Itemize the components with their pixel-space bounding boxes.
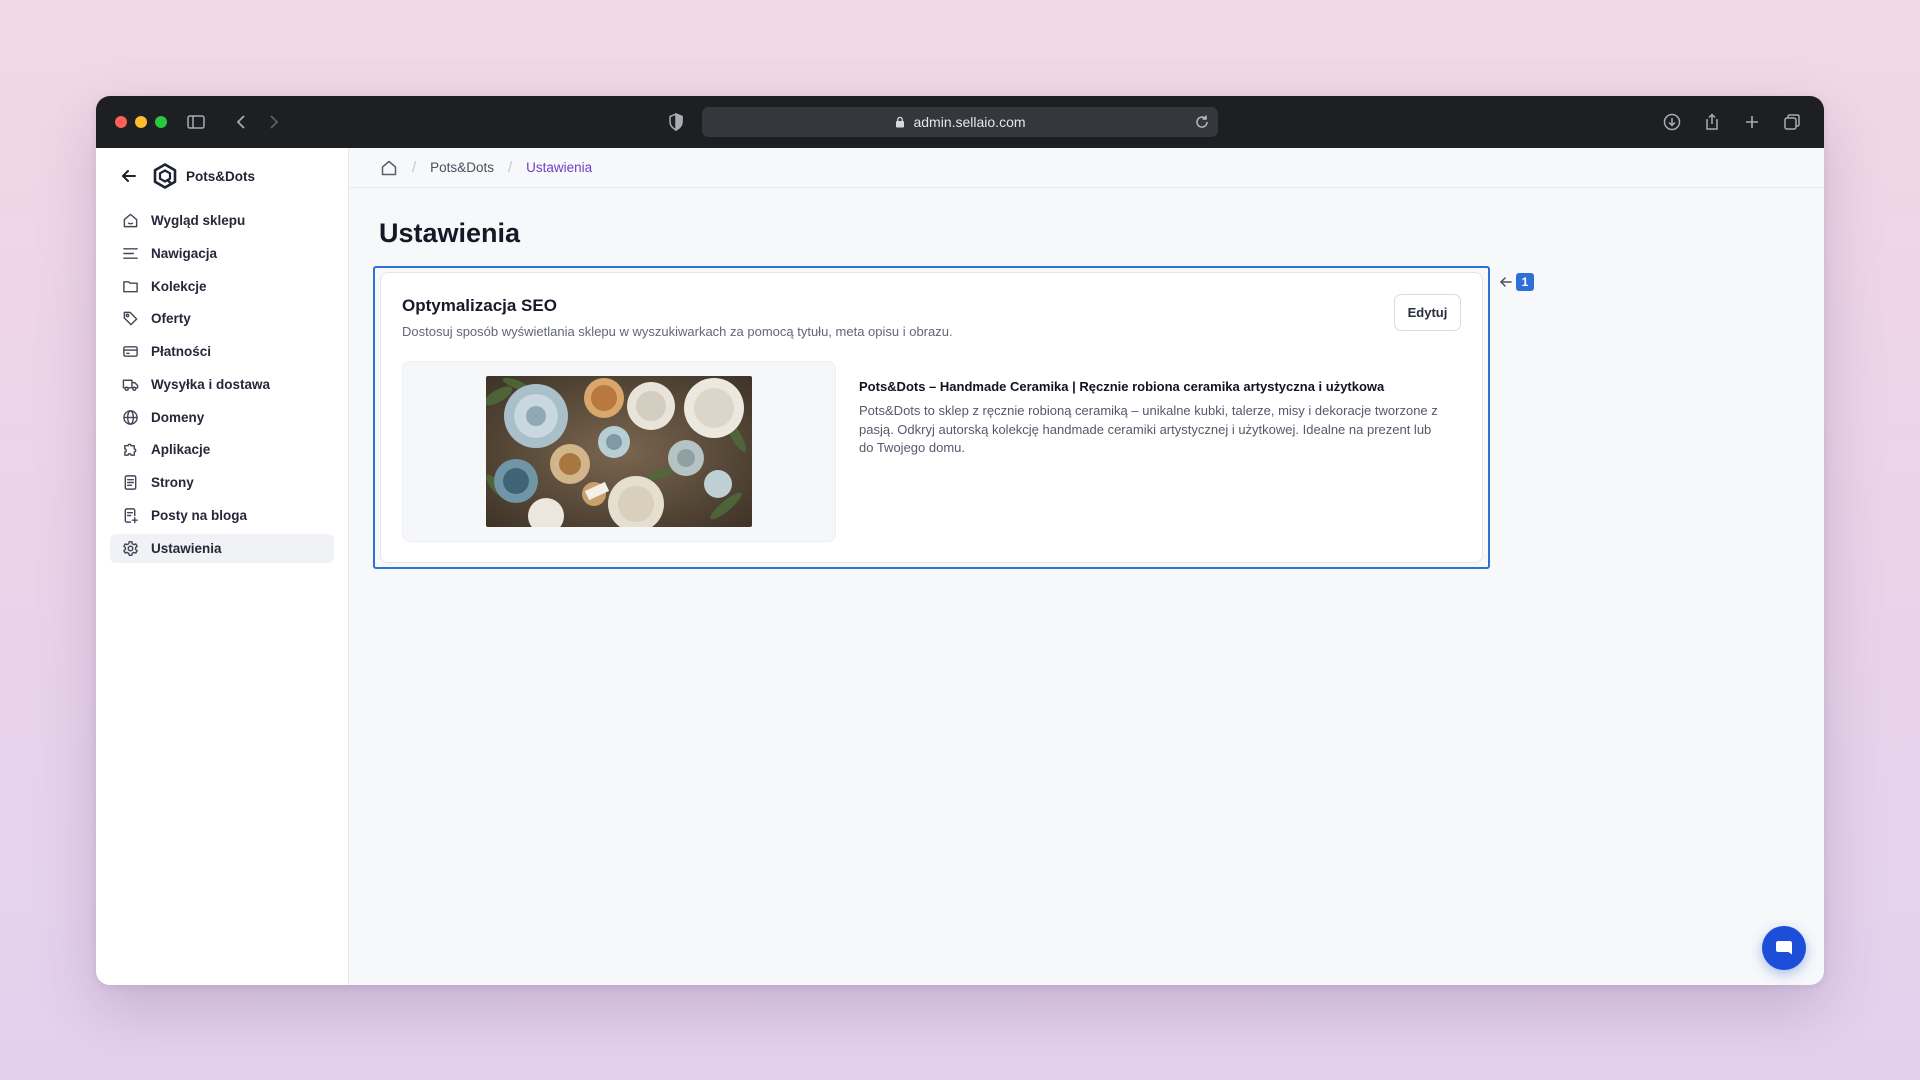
browser-window: admin.sellaio.com Pots&Dots Wygląd sklep… xyxy=(96,96,1824,985)
share-icon[interactable] xyxy=(1700,110,1724,134)
window-controls xyxy=(115,116,167,128)
breadcrumb: / Pots&Dots / Ustawienia xyxy=(349,148,1824,188)
sidebar-item-strony[interactable]: Strony xyxy=(110,468,334,497)
annotation-marker: 1 xyxy=(1498,273,1534,291)
reload-icon[interactable] xyxy=(1194,114,1210,130)
blog-post-icon xyxy=(124,507,138,524)
folder-icon xyxy=(123,280,138,292)
sidebar-item-label: Aplikacje xyxy=(151,442,211,458)
back-arrow-icon[interactable] xyxy=(119,166,139,186)
forward-nav-icon[interactable] xyxy=(261,110,285,134)
sidebar-item-label: Nawigacja xyxy=(151,245,218,261)
sidebar-item-label: Strony xyxy=(151,475,194,490)
seo-card-title: Optymalizacja SEO xyxy=(402,296,557,315)
sidebar-item-aplikacje[interactable]: Aplikacje xyxy=(110,435,334,464)
brand-name: Pots&Dots xyxy=(186,168,256,184)
storefront-icon xyxy=(123,213,138,228)
sidebar-item-label: Ustawienia xyxy=(151,540,222,556)
main-content: / Pots&Dots / Ustawienia Ustawienia Opty… xyxy=(349,148,1824,985)
sidebar-item-label: Wysyłka i dostawa xyxy=(151,376,271,392)
sidebar-item-label: Płatności xyxy=(151,344,212,359)
sidebar-item-wysylka[interactable]: Wysyłka i dostawa xyxy=(110,370,334,399)
chat-support-button[interactable] xyxy=(1762,926,1806,970)
sidebar-item-kolekcje[interactable]: Kolekcje xyxy=(110,272,334,301)
browser-titlebar: admin.sellaio.com xyxy=(96,96,1824,148)
app-area: Pots&Dots Wygląd sklepu Nawigacja Kolekc… xyxy=(96,148,1824,985)
sidebar-item-label: Wygląd sklepu xyxy=(151,213,246,228)
zoom-window-button[interactable] xyxy=(155,116,167,128)
seo-card: Optymalizacja SEO Dostosuj sposób wyświe… xyxy=(380,272,1483,563)
sidebar-item-wyglad-sklepu[interactable]: Wygląd sklepu xyxy=(110,206,334,235)
back-nav-icon[interactable] xyxy=(230,110,254,134)
breadcrumb-item-store[interactable]: Pots&Dots xyxy=(430,160,494,175)
page-icon xyxy=(124,475,137,490)
breadcrumb-separator: / xyxy=(412,159,417,176)
menu-lines-icon xyxy=(123,247,138,259)
privacy-shield-icon[interactable] xyxy=(664,110,688,134)
sidebar-item-ustawienia[interactable]: Ustawienia xyxy=(110,533,334,563)
lock-icon xyxy=(896,116,905,128)
gear-icon xyxy=(123,540,138,556)
arrow-left-icon xyxy=(1500,277,1512,287)
tag-icon xyxy=(123,311,138,326)
sidebar-item-label: Kolekcje xyxy=(151,278,207,294)
puzzle-icon xyxy=(124,443,137,457)
edit-button[interactable]: Edytuj xyxy=(1394,294,1461,331)
sidebar-item-oferty[interactable]: Oferty xyxy=(110,304,334,333)
home-icon[interactable] xyxy=(380,159,398,177)
tab-overview-icon[interactable] xyxy=(1780,110,1804,134)
sidebar-item-nawigacja[interactable]: Nawigacja xyxy=(110,239,334,268)
breadcrumb-item-current: Ustawienia xyxy=(526,160,593,175)
close-window-button[interactable] xyxy=(115,116,127,128)
sidebar: Pots&Dots Wygląd sklepu Nawigacja Kolekc… xyxy=(96,148,349,985)
sidebar-toggle-icon[interactable] xyxy=(184,110,208,134)
sidebar-nav: Wygląd sklepu Nawigacja Kolekcje Oferty … xyxy=(110,206,334,566)
globe-icon xyxy=(123,409,138,425)
sidebar-item-platnosci[interactable]: Płatności xyxy=(110,337,334,366)
downloads-icon[interactable] xyxy=(1660,110,1684,134)
sidebar-item-posty-na-bloga[interactable]: Posty na bloga xyxy=(110,501,334,530)
credit-card-icon xyxy=(123,346,138,357)
sidebar-item-label: Domeny xyxy=(151,409,205,425)
seo-card-description: Dostosuj sposób wyświetlania sklepu w wy… xyxy=(402,324,953,339)
sidebar-item-label: Oferty xyxy=(151,311,191,327)
seo-preview-title: Pots&Dots – Handmade Ceramika | Ręcznie … xyxy=(859,379,1385,394)
address-url: admin.sellaio.com xyxy=(913,114,1026,130)
ceramics-photo xyxy=(486,376,752,527)
breadcrumb-separator: / xyxy=(507,159,513,176)
address-bar[interactable]: admin.sellaio.com xyxy=(702,107,1218,137)
new-tab-icon[interactable] xyxy=(1740,110,1764,134)
sidebar-item-label: Posty na bloga xyxy=(151,507,248,523)
page-title: Ustawienia xyxy=(379,218,521,248)
seo-preview-description: Pots&Dots to sklep z ręcznie robioną cer… xyxy=(859,403,1438,455)
sidebar-item-domeny[interactable]: Domeny xyxy=(110,403,334,432)
chat-icon xyxy=(1776,941,1792,955)
minimize-window-button[interactable] xyxy=(135,116,147,128)
brand-logo-icon xyxy=(153,163,177,189)
seo-image-preview xyxy=(402,361,836,542)
annotation-badge: 1 xyxy=(1516,273,1534,291)
truck-icon xyxy=(122,379,139,391)
brand-header: Pots&Dots xyxy=(119,162,255,190)
